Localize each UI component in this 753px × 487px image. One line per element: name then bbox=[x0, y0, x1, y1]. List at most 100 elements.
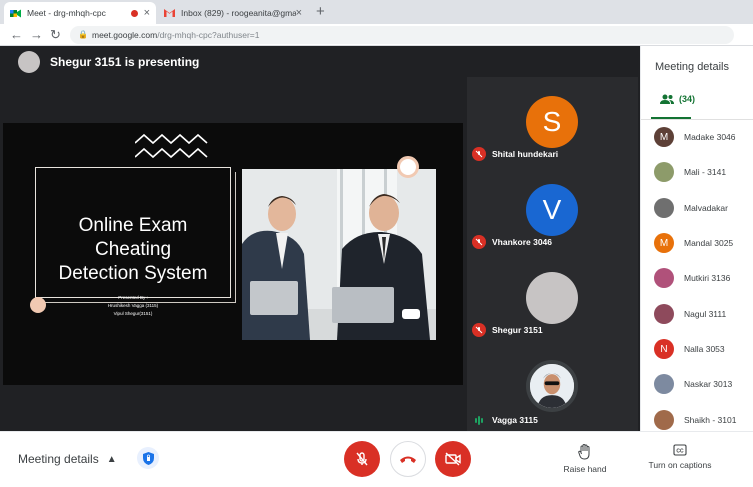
divider bbox=[641, 119, 753, 120]
participant-name: Naskar 3013 bbox=[684, 379, 733, 389]
avatar: N bbox=[654, 339, 674, 359]
avatar bbox=[526, 360, 578, 412]
avatar bbox=[654, 304, 674, 324]
participant-name: Nagul 3111 bbox=[684, 309, 727, 319]
slide-title-line: Online Exam bbox=[78, 215, 188, 236]
participant-name: Malvadakar bbox=[684, 203, 728, 213]
participant-name: Madake 3046 bbox=[684, 132, 736, 142]
people-icon bbox=[660, 94, 674, 104]
participant-name: Vhankore 3046 bbox=[492, 237, 553, 247]
participant-row[interactable]: Mali - 3141 bbox=[654, 161, 726, 183]
participant-name: Nalla 3053 bbox=[684, 344, 725, 354]
avatar bbox=[654, 374, 674, 394]
meeting-details-panel: Meeting details (34) M Madake 3046 Mali -… bbox=[640, 46, 753, 431]
browser-tab-bar: Meet - drg-mhqh-cpc × Inbox (829) - roog… bbox=[0, 0, 753, 24]
decorative-ring bbox=[397, 156, 419, 178]
slide-title-line: Cheating bbox=[94, 239, 172, 260]
presented-by-label: Presented By : bbox=[118, 295, 148, 300]
avatar bbox=[654, 198, 674, 218]
panel-title: Meeting details bbox=[655, 61, 729, 73]
avatar bbox=[526, 272, 578, 324]
security-shield-icon[interactable] bbox=[137, 447, 159, 469]
presenter-name: Hrushikesh Vagga (3115) bbox=[107, 303, 159, 308]
participant-name-label: Vagga 3115 bbox=[472, 415, 538, 425]
avatar bbox=[18, 51, 40, 73]
tab-title: Meet - drg-mhqh-cpc bbox=[27, 8, 106, 18]
mic-off-icon bbox=[472, 323, 486, 337]
raise-hand-icon bbox=[578, 444, 590, 460]
raise-hand-label: Raise hand bbox=[563, 464, 607, 474]
slide-presenters: Presented By : Hrushikesh Vagga (3115) V… bbox=[36, 294, 230, 318]
participant-tile[interactable]: S Shital hundekari bbox=[467, 77, 638, 165]
participant-name-label: Shegur 3151 bbox=[472, 323, 543, 337]
avatar: V bbox=[526, 184, 578, 236]
participant-tile[interactable]: Shegur 3151 bbox=[467, 253, 638, 341]
tab-inbox[interactable]: Inbox (829) - roogeanita@gmail.c × bbox=[158, 2, 308, 24]
meeting-details-button[interactable]: Meeting details ▲ bbox=[18, 452, 117, 466]
url-host: meet.google.com bbox=[92, 30, 158, 40]
captions-button[interactable]: CC Turn on captions bbox=[640, 444, 720, 470]
chevron-up-icon: ▲ bbox=[106, 453, 117, 465]
new-tab-button[interactable]: + bbox=[316, 3, 325, 20]
participant-name: Mutkiri 3136 bbox=[684, 273, 731, 283]
meeting-stage: Shegur 3151 is presenting Online Exam Ch… bbox=[0, 46, 640, 431]
tab-meet[interactable]: Meet - drg-mhqh-cpc × bbox=[4, 2, 156, 24]
speaking-indicator-icon bbox=[472, 415, 486, 425]
mic-off-icon bbox=[356, 452, 368, 466]
presenter-text: Shegur 3151 is presenting bbox=[50, 55, 200, 69]
participant-row[interactable]: Nagul 3111 bbox=[654, 303, 726, 325]
people-count: (34) bbox=[679, 94, 696, 104]
participant-row[interactable]: M Mandal 3025 bbox=[654, 232, 733, 254]
control-bar: Meeting details ▲ Raise hand CC Turn on … bbox=[0, 431, 753, 487]
avatar: S bbox=[526, 96, 578, 148]
participant-tile[interactable]: Vagga 3115 bbox=[467, 341, 638, 429]
presenter-name: Vipul Shegur(3151) bbox=[113, 311, 153, 316]
participant-name: Mali - 3141 bbox=[684, 167, 727, 177]
participant-tiles: S Shital hundekari V Vhankore 3046 Shegu… bbox=[467, 77, 638, 431]
slide-photo bbox=[242, 169, 436, 340]
camera-off-icon bbox=[445, 452, 461, 466]
participant-row[interactable]: Shaikh - 3101 bbox=[654, 409, 736, 431]
avatar: M bbox=[654, 127, 674, 147]
camera-toggle-button[interactable] bbox=[435, 441, 471, 477]
participant-name: Mandal 3025 bbox=[684, 238, 734, 248]
participant-row[interactable]: Mutkiri 3136 bbox=[654, 267, 730, 289]
presenter-banner: Shegur 3151 is presenting bbox=[18, 51, 199, 73]
presentation-slide[interactable]: Online Exam Cheating Detection System Pr… bbox=[3, 123, 463, 385]
raise-hand-button[interactable]: Raise hand bbox=[545, 444, 625, 474]
lock-icon: 🔒 bbox=[78, 30, 88, 39]
back-icon[interactable]: ← bbox=[10, 27, 23, 42]
participant-name-label: Shital hundekari bbox=[472, 147, 558, 161]
participant-row[interactable]: M Madake 3046 bbox=[654, 126, 736, 148]
microphone-toggle-button[interactable] bbox=[344, 441, 380, 477]
close-tab-icon[interactable]: × bbox=[144, 7, 150, 19]
tab-people[interactable]: (34) bbox=[660, 94, 695, 104]
decorative-dot bbox=[30, 297, 46, 313]
meeting-details-label: Meeting details bbox=[18, 452, 99, 466]
svg-text:CC: CC bbox=[676, 448, 684, 454]
zigzag-decoration bbox=[135, 133, 208, 159]
forward-icon[interactable]: → bbox=[30, 27, 43, 42]
captions-label: Turn on captions bbox=[648, 460, 712, 470]
participant-name: Shital hundekari bbox=[492, 149, 559, 159]
close-tab-icon[interactable]: × bbox=[296, 7, 302, 19]
tab-title: Inbox (829) - roogeanita@gmail.c bbox=[181, 8, 296, 18]
closed-captions-icon: CC bbox=[673, 444, 687, 456]
participant-name-label: Vhankore 3046 bbox=[472, 235, 552, 249]
participant-row[interactable]: Naskar 3013 bbox=[654, 373, 732, 395]
slide-title-line: Detection System bbox=[58, 263, 208, 284]
participant-tile[interactable]: V Vhankore 3046 bbox=[467, 165, 638, 253]
reload-icon[interactable]: ↻ bbox=[50, 27, 61, 43]
leave-call-button[interactable] bbox=[390, 441, 426, 477]
participant-row[interactable]: Malvadakar bbox=[654, 197, 728, 219]
avatar bbox=[654, 162, 674, 182]
hang-up-icon bbox=[400, 456, 416, 463]
address-bar-row: ← → ↻ 🔒 meet.google.com/drg-mhqh-cpc?aut… bbox=[0, 24, 753, 46]
mic-off-icon bbox=[472, 235, 486, 249]
participant-name: Shegur 3151 bbox=[492, 325, 543, 335]
participant-row[interactable]: N Nalla 3053 bbox=[654, 338, 725, 360]
url-input[interactable]: 🔒 meet.google.com/drg-mhqh-cpc?authuser=… bbox=[70, 26, 734, 44]
google-meet-icon bbox=[10, 8, 21, 19]
participant-name: Vagga 3115 bbox=[492, 415, 538, 425]
avatar: M bbox=[654, 233, 674, 253]
